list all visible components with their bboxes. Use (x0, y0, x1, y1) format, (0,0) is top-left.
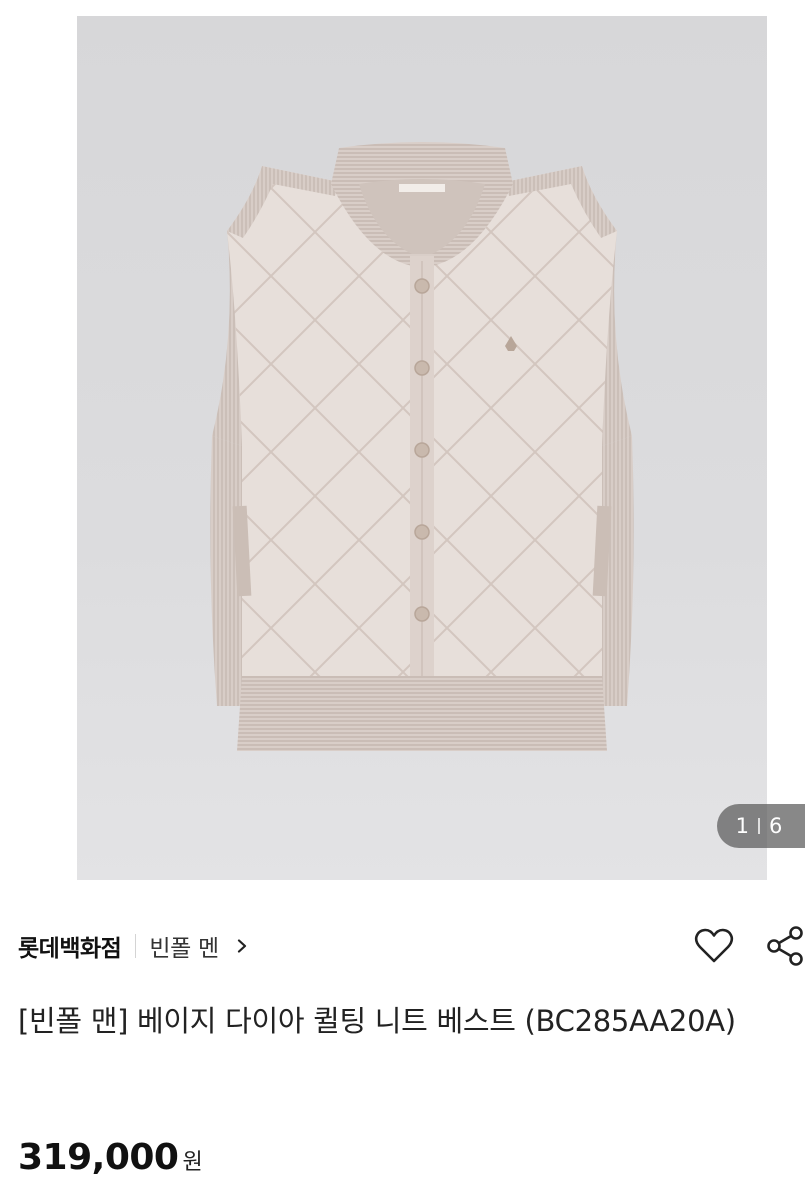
counter-total: 6 (769, 814, 783, 838)
store-name: 롯데백화점 (18, 936, 122, 962)
counter-separator (758, 818, 760, 834)
product-price: 319,000 (18, 1137, 179, 1178)
price-row: 319,000 원 (18, 1137, 203, 1178)
product-image-gallery[interactable]: 1 6 (0, 0, 805, 880)
currency-label: 원 (182, 1150, 203, 1175)
brand-row: 롯데백화점 빈폴 멘 (18, 922, 805, 970)
heart-icon[interactable] (694, 927, 734, 965)
product-title: [빈폴 맨] 베이지 다이아 퀼팅 니트 베스트 (BC285AA20A) (18, 1004, 736, 1038)
brand-divider (135, 934, 137, 958)
product-photo[interactable] (77, 16, 767, 880)
share-icon[interactable] (765, 925, 805, 967)
brand-link[interactable]: 빈폴 멘 (149, 929, 219, 963)
vest-illustration (210, 142, 634, 751)
counter-current: 1 (735, 814, 749, 838)
chevron-right-icon[interactable] (235, 939, 249, 953)
image-counter: 1 6 (717, 804, 805, 848)
